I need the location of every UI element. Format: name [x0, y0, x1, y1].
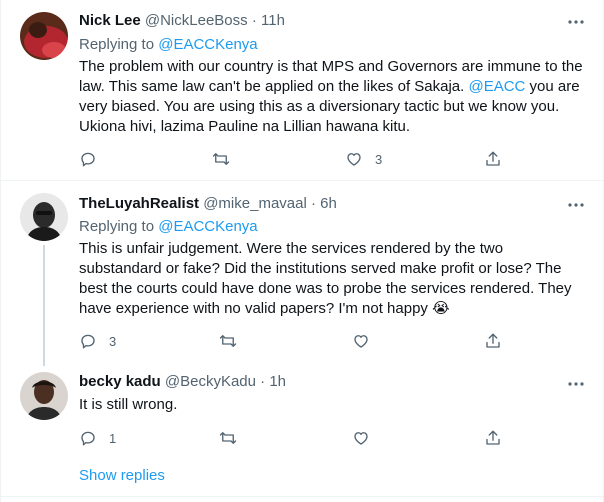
- separator-dot: ·: [260, 373, 266, 390]
- separator-dot: ·: [310, 195, 316, 212]
- replying-to: Replying to @EACCKenya: [79, 36, 258, 53]
- author-name[interactable]: Nick Lee: [79, 12, 141, 29]
- tweet-actions: 3: [79, 331, 519, 351]
- like-icon: [354, 335, 368, 348]
- retweet-button[interactable]: [219, 331, 249, 351]
- tweet-actions: 3: [79, 149, 519, 169]
- more-icon[interactable]: [566, 12, 586, 32]
- author-name[interactable]: becky kadu: [79, 373, 161, 390]
- like-button[interactable]: [352, 331, 382, 351]
- crying-emoji: 😭: [432, 300, 450, 317]
- retweet-button[interactable]: [212, 149, 242, 169]
- share-icon: [486, 333, 500, 348]
- replying-to-mention[interactable]: @EACCKenya: [158, 218, 257, 235]
- retweet-icon: [212, 153, 230, 165]
- like-button[interactable]: [352, 428, 382, 448]
- tweet-header: Nick Lee @NickLeeBoss · 11h: [79, 11, 285, 31]
- author-name[interactable]: TheLuyahRealist: [79, 195, 199, 212]
- share-button[interactable]: [484, 149, 502, 169]
- retweet-button[interactable]: [219, 428, 249, 448]
- timestamp[interactable]: 11h: [261, 12, 285, 29]
- thread-line: [43, 245, 45, 366]
- reply-button[interactable]: 1: [79, 428, 116, 448]
- share-icon: [486, 430, 500, 445]
- avatar[interactable]: [20, 372, 68, 420]
- reply-button[interactable]: 3: [79, 331, 116, 351]
- avatar[interactable]: [20, 193, 68, 241]
- tweet-becky-kadu[interactable]: becky kadu @BeckyKadu · 1h It is still w…: [0, 366, 604, 460]
- tweet-text: It is still wrong.: [79, 396, 178, 413]
- show-replies-link[interactable]: Show replies: [79, 466, 165, 486]
- author-handle[interactable]: @mike_mavaal: [203, 195, 307, 212]
- timestamp[interactable]: 1h: [269, 373, 286, 390]
- reply-button[interactable]: [79, 149, 109, 169]
- separator-dot: ·: [251, 12, 257, 29]
- share-icon: [486, 151, 500, 166]
- tweet-text: The problem with our country is that MPS…: [79, 58, 583, 135]
- timestamp[interactable]: 6h: [320, 195, 337, 212]
- reply-icon: [81, 334, 95, 349]
- replying-to: Replying to @EACCKenya: [79, 218, 258, 235]
- tweet-actions: 1: [79, 428, 519, 448]
- tweet-header: becky kadu @BeckyKadu · 1h: [79, 372, 286, 392]
- share-button[interactable]: [484, 428, 502, 448]
- more-icon[interactable]: [566, 374, 586, 394]
- tweet-header: TheLuyahRealist @mike_mavaal · 6h: [79, 194, 337, 214]
- more-icon[interactable]: [566, 195, 586, 215]
- mention-link[interactable]: @EACC: [468, 78, 525, 95]
- reply-icon: [81, 152, 95, 167]
- like-icon: [347, 153, 361, 166]
- author-handle[interactable]: @BeckyKadu: [165, 373, 256, 390]
- tweet-theluyahrealist[interactable]: TheLuyahRealist @mike_mavaal · 6h Replyi…: [0, 181, 604, 366]
- avatar[interactable]: [20, 12, 68, 60]
- divider: [0, 496, 604, 497]
- author-handle[interactable]: @NickLeeBoss: [145, 12, 248, 29]
- reply-icon: [81, 431, 95, 446]
- like-button[interactable]: 3: [345, 149, 382, 169]
- tweet-nick-lee[interactable]: Nick Lee @NickLeeBoss · 11h Replying to …: [0, 0, 604, 180]
- retweet-icon: [219, 432, 237, 444]
- retweet-icon: [219, 335, 237, 347]
- like-icon: [354, 432, 368, 445]
- replying-to-mention[interactable]: @EACCKenya: [158, 36, 257, 53]
- share-button[interactable]: [484, 331, 502, 351]
- tweet-text: This is unfair judgement. Were the servi…: [79, 240, 572, 317]
